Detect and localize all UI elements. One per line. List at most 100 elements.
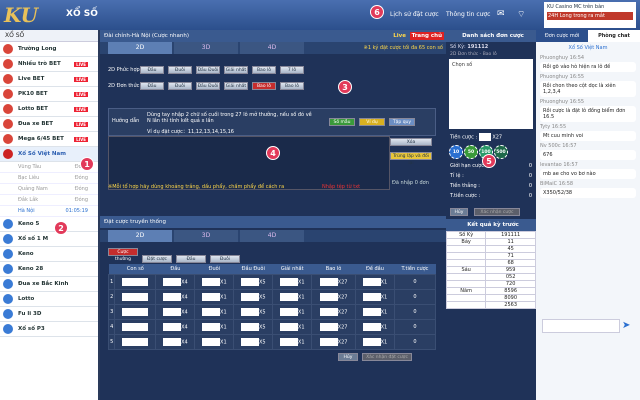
- bet-input[interactable]: [240, 307, 259, 316]
- bet-option-button[interactable]: Đầu Đuôi: [196, 66, 220, 74]
- sidebar-item[interactable]: PK10 BET LIVE: [0, 87, 98, 102]
- number-input-area[interactable]: [108, 136, 390, 190]
- sidebar-item[interactable]: Keno: [0, 247, 98, 262]
- bet-input[interactable]: [240, 337, 259, 346]
- sidebar-item[interactable]: Đua xe BET LIVE: [0, 117, 98, 132]
- sidebar-item[interactable]: Lotto: [0, 292, 98, 307]
- trad-bet-button[interactable]: Đặt cược: [142, 255, 172, 263]
- bet-input[interactable]: [362, 322, 381, 331]
- number-input[interactable]: [122, 292, 149, 301]
- bet-input[interactable]: [319, 292, 338, 301]
- tab[interactable]: 3D: [174, 42, 238, 54]
- send-icon[interactable]: ➤: [622, 320, 630, 331]
- side-action-button[interactable]: Trùng lặp và đổi lại: [390, 152, 432, 166]
- bet-input[interactable]: [362, 307, 381, 316]
- bet-input[interactable]: [240, 277, 259, 286]
- bet-option-button[interactable]: Đuôi: [168, 82, 192, 90]
- bet-input[interactable]: [319, 337, 338, 346]
- history-link[interactable]: Lịch sử đặt cược: [390, 11, 439, 18]
- amount-input[interactable]: [478, 133, 491, 141]
- home-button[interactable]: Trang chủ: [409, 32, 444, 40]
- bet-option-button[interactable]: Giải nhất: [224, 82, 248, 90]
- bet-option-button[interactable]: 7 lô: [280, 66, 304, 74]
- confirm-trad-button[interactable]: Xác nhận đặt cược: [362, 353, 412, 361]
- number-input[interactable]: [122, 277, 149, 286]
- tab[interactable]: 2D: [108, 42, 172, 54]
- bet-input[interactable]: [279, 292, 298, 301]
- bet-input[interactable]: [163, 322, 182, 331]
- import-link[interactable]: Nhập tệp từ txt: [322, 184, 360, 190]
- number-input[interactable]: [122, 337, 149, 346]
- sidebar-subitem[interactable]: Đắk Lắk Đóng: [0, 195, 98, 206]
- bet-input[interactable]: [279, 337, 298, 346]
- bet-input[interactable]: [163, 292, 182, 301]
- bet-input[interactable]: [279, 307, 298, 316]
- help-button[interactable]: Tập quy: [389, 118, 415, 126]
- bet-input[interactable]: [202, 337, 221, 346]
- sidebar-subitem[interactable]: Bạc Liêu Đóng: [0, 173, 98, 184]
- bet-input[interactable]: [362, 337, 381, 346]
- cancel-bet-button[interactable]: Hủy: [450, 208, 468, 216]
- tab[interactable]: 4D: [240, 42, 304, 54]
- chat-input[interactable]: [542, 319, 620, 333]
- info-link[interactable]: Thông tin cược: [446, 11, 490, 18]
- sidebar-subitem[interactable]: Hà Nội 01:05:19: [0, 206, 98, 217]
- bet-input[interactable]: [163, 337, 182, 346]
- sidebar-item[interactable]: Live BET LIVE: [0, 72, 98, 87]
- side-action-button[interactable]: Xóa: [390, 138, 432, 146]
- tab[interactable]: 3D: [174, 230, 238, 242]
- chip-50[interactable]: 50: [464, 145, 478, 159]
- bet-option-button[interactable]: Bao lô: [280, 82, 304, 90]
- trad-bet-button[interactable]: Đầu: [176, 255, 206, 263]
- bet-input[interactable]: [202, 277, 221, 286]
- bet-input[interactable]: [202, 322, 221, 331]
- sidebar-item[interactable]: Xổ số 1 M: [0, 232, 98, 247]
- chip-10[interactable]: 10: [449, 145, 463, 159]
- bet-input[interactable]: [240, 292, 259, 301]
- promo-banner[interactable]: KU Casino MC trên bàn 24H Long trong ra …: [544, 2, 636, 28]
- bet-input[interactable]: [279, 322, 298, 331]
- bet-input[interactable]: [240, 322, 259, 331]
- bet-input[interactable]: [163, 307, 182, 316]
- bet-option-button[interactable]: Giải nhất: [224, 66, 248, 74]
- bet-option-button[interactable]: Đầu: [140, 82, 164, 90]
- bet-input[interactable]: [163, 277, 182, 286]
- sidebar-item[interactable]: Lotto BET LIVE: [0, 102, 98, 117]
- sidebar-item[interactable]: Trường Long: [0, 42, 98, 57]
- cancel-trad-button[interactable]: Hủy: [338, 353, 358, 361]
- tab-chat-room[interactable]: Phòng chat: [588, 30, 640, 42]
- bet-option-button[interactable]: Đầu: [140, 66, 164, 74]
- sidebar-item[interactable]: Mega 6/45 BET LIVE: [0, 132, 98, 147]
- bet-input[interactable]: [362, 277, 381, 286]
- sidebar-item[interactable]: Xổ số P3: [0, 322, 98, 337]
- tab[interactable]: 2D: [108, 230, 172, 242]
- bet-input[interactable]: [202, 292, 221, 301]
- help-button[interactable]: Số mẫu: [329, 118, 355, 126]
- sidebar-item[interactable]: Keno 5: [0, 217, 98, 232]
- help-button[interactable]: Ví dụ: [359, 118, 385, 126]
- trad-bet-button[interactable]: Đuôi: [210, 255, 240, 263]
- bet-input[interactable]: [319, 322, 338, 331]
- sidebar-item[interactable]: Fu li 3D: [0, 307, 98, 322]
- sidebar-item[interactable]: Keno 28: [0, 262, 98, 277]
- bet-option-button[interactable]: Đầu Đuôi: [196, 82, 220, 90]
- bet-input[interactable]: [279, 277, 298, 286]
- bet-input[interactable]: [319, 277, 338, 286]
- mail-icon[interactable]: ✉: [497, 9, 505, 19]
- sidebar-item[interactable]: Nhiều trò BET LIVE: [0, 57, 98, 72]
- number-input[interactable]: [122, 307, 149, 316]
- bet-input[interactable]: [202, 307, 221, 316]
- tab-new-bets[interactable]: Đơn cược mới: [536, 30, 588, 42]
- bet-input[interactable]: [362, 292, 381, 301]
- trad-bet-button[interactable]: Cược thường: [108, 248, 138, 262]
- confirm-bet-button[interactable]: Xác nhận cược: [473, 208, 520, 216]
- tab[interactable]: 4D: [240, 230, 304, 242]
- bet-option-button[interactable]: Đuôi: [168, 66, 192, 74]
- bet-option-button[interactable]: Bao lô: [252, 66, 276, 74]
- number-input[interactable]: [122, 322, 149, 331]
- chip-500[interactable]: 500: [494, 145, 508, 159]
- sidebar-item[interactable]: Đua xe Bắc Kinh: [0, 277, 98, 292]
- bet-option-button[interactable]: Bao lô: [252, 82, 276, 90]
- sidebar-subitem[interactable]: Quảng Nam Đóng: [0, 184, 98, 195]
- bet-input[interactable]: [319, 307, 338, 316]
